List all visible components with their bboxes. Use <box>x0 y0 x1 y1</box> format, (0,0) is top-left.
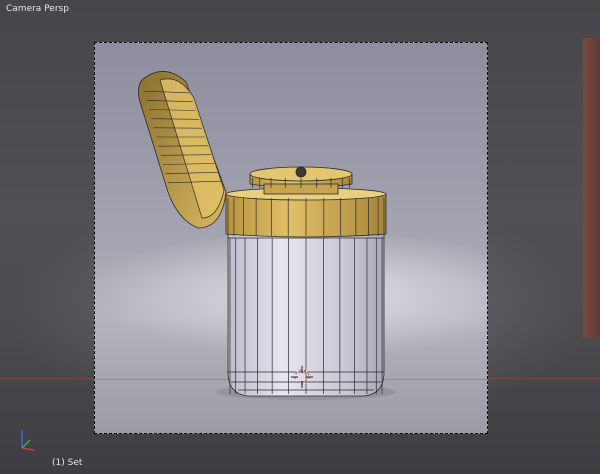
axis-gizmo-icon <box>21 430 35 451</box>
open-lid <box>138 71 227 229</box>
jar-model[interactable] <box>94 42 486 432</box>
jar-top-cap <box>249 166 353 195</box>
background-wall <box>583 38 600 338</box>
jar-lid-band <box>225 187 387 238</box>
active-object-label: (1) Set <box>52 458 83 468</box>
3d-viewport[interactable]: Camera Persp (1) Set <box>0 0 600 474</box>
viewport-view-label: Camera Persp <box>6 4 69 14</box>
